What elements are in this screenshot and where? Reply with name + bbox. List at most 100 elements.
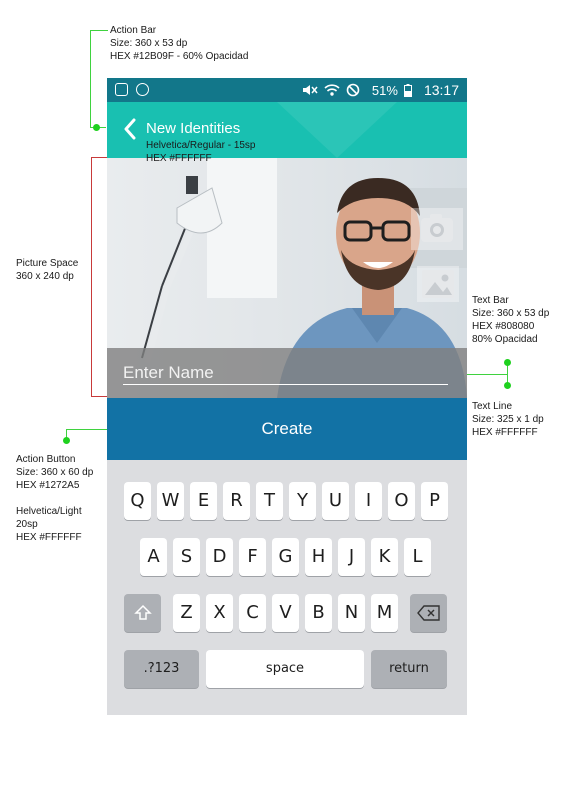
annotation-text-line: Text Line Size: 325 x 1 dp HEX #FFFFFF	[472, 400, 544, 439]
desk-lamp-illustration	[141, 176, 223, 364]
action-bar-title: New Identities	[146, 120, 241, 137]
annotation-bracket	[91, 157, 92, 397]
gallery-button[interactable]	[417, 266, 459, 302]
key-y[interactable]: Y	[289, 482, 316, 520]
phone-screen: 51% 13:17 New Identities Enter Name Crea…	[107, 78, 467, 715]
key-d[interactable]: D	[206, 538, 233, 576]
key-n[interactable]: N	[338, 594, 365, 632]
keyboard-row-3: Z X C V B N M	[107, 594, 467, 634]
shift-icon	[133, 604, 152, 620]
battery-icon	[403, 83, 412, 97]
backspace-key[interactable]	[410, 594, 447, 632]
keyboard-row-2: A S D F G H J K L	[107, 538, 467, 578]
annotation-line: Size: 360 x 53 dp	[472, 308, 550, 319]
annotation-line: Size: 360 x 53 dp	[110, 38, 188, 49]
annotation-bracket	[91, 157, 107, 158]
annotation-connector	[467, 374, 508, 375]
key-a[interactable]: A	[140, 538, 167, 576]
annotation-dot	[63, 437, 70, 444]
text-line	[123, 384, 448, 385]
annotation-line: Size: 325 x 1 dp	[472, 414, 544, 425]
annotation-line	[16, 492, 93, 505]
annotation-line: HEX #FFFFFF	[472, 427, 538, 438]
space-key[interactable]: space	[206, 650, 364, 688]
key-i[interactable]: I	[355, 482, 382, 520]
app-icon	[136, 83, 149, 96]
action-bar-decoration	[277, 102, 397, 158]
keyboard-row-1: Q W E R T Y U I O P	[107, 482, 467, 522]
annotation-line: Text Bar	[472, 295, 509, 306]
key-g[interactable]: G	[272, 538, 299, 576]
numbers-key[interactable]: .?123	[124, 650, 199, 688]
key-l[interactable]: L	[404, 538, 431, 576]
annotation-line: 20sp	[16, 519, 38, 530]
wifi-icon	[324, 84, 340, 96]
no-sync-icon	[346, 83, 360, 97]
key-f[interactable]: F	[239, 538, 266, 576]
key-s[interactable]: S	[173, 538, 200, 576]
name-input[interactable]	[123, 361, 448, 385]
annotation-line: Action Button	[16, 454, 76, 465]
key-p[interactable]: P	[421, 482, 448, 520]
key-w[interactable]: W	[157, 482, 184, 520]
annotation-line: Text Line	[472, 401, 513, 412]
annotation-line: Action Bar	[110, 25, 157, 36]
key-b[interactable]: B	[305, 594, 332, 632]
chevron-left-icon[interactable]	[123, 118, 137, 140]
annotation-line: Picture Space	[16, 258, 79, 269]
annotation-line: Helvetica/Regular - 15sp	[146, 140, 256, 151]
key-v[interactable]: V	[272, 594, 299, 632]
shift-key[interactable]	[124, 594, 161, 632]
key-h[interactable]: H	[305, 538, 332, 576]
battery-percent: 51%	[371, 82, 398, 98]
annotation-text-bar: Text Bar Size: 360 x 53 dp HEX #808080 8…	[472, 294, 549, 346]
key-e[interactable]: E	[190, 482, 217, 520]
key-o[interactable]: O	[388, 482, 415, 520]
keyboard-row-4: .?123 space return	[107, 650, 467, 690]
annotation-line: HEX #12B09F - 60% Opacidad	[110, 51, 249, 62]
status-bar: 51% 13:17	[107, 78, 467, 102]
status-right-icons: 51% 13:17	[302, 82, 459, 98]
annotation-dot	[504, 382, 511, 389]
camera-icon	[421, 214, 453, 242]
annotation-title-font: Helvetica/Regular - 15sp HEX #FFFFFF	[146, 139, 256, 165]
key-m[interactable]: M	[371, 594, 398, 632]
annotation-line: HEX #FFFFFF	[146, 153, 212, 164]
status-time: 13:17	[423, 82, 459, 98]
annotation-line: Size: 360 x 60 dp	[16, 467, 94, 478]
annotation-line: HEX #FFFFFF	[16, 532, 82, 543]
annotation-line: 360 x 240 dp	[16, 271, 74, 282]
annotation-bracket	[91, 396, 107, 397]
key-k[interactable]: K	[371, 538, 398, 576]
return-key[interactable]: return	[371, 650, 447, 688]
image-icon	[422, 270, 454, 298]
text-bar	[107, 348, 467, 398]
camera-button[interactable]	[411, 208, 463, 250]
create-button[interactable]: Create	[107, 398, 467, 460]
key-c[interactable]: C	[239, 594, 266, 632]
annotation-line: Helvetica/Light	[16, 506, 82, 517]
mute-icon	[302, 85, 318, 95]
annotation-line: HEX #1272A5	[16, 480, 80, 491]
annotation-connector	[90, 30, 91, 127]
status-left-icons	[115, 83, 149, 96]
key-q[interactable]: Q	[124, 482, 151, 520]
annotation-picture-space: Picture Space 360 x 240 dp	[16, 257, 78, 283]
annotation-dot	[504, 359, 511, 366]
annotation-action-button: Action Button Size: 360 x 60 dp HEX #127…	[16, 453, 93, 544]
annotation-line: 80% Opacidad	[472, 334, 538, 345]
annotation-connector	[66, 429, 107, 430]
screenshot-icon	[115, 83, 128, 96]
key-u[interactable]: U	[322, 482, 349, 520]
keyboard: Q W E R T Y U I O P A S D F G H J K L Z …	[107, 460, 467, 715]
key-j[interactable]: J	[338, 538, 365, 576]
key-r[interactable]: R	[223, 482, 250, 520]
key-z[interactable]: Z	[173, 594, 200, 632]
annotation-connector	[90, 30, 108, 31]
key-t[interactable]: T	[256, 482, 283, 520]
annotation-action-bar: Action Bar Size: 360 x 53 dp HEX #12B09F…	[110, 24, 248, 63]
annotation-dot	[93, 124, 100, 131]
key-x[interactable]: X	[206, 594, 233, 632]
backspace-icon	[416, 605, 440, 621]
annotation-line: HEX #808080	[472, 321, 535, 332]
